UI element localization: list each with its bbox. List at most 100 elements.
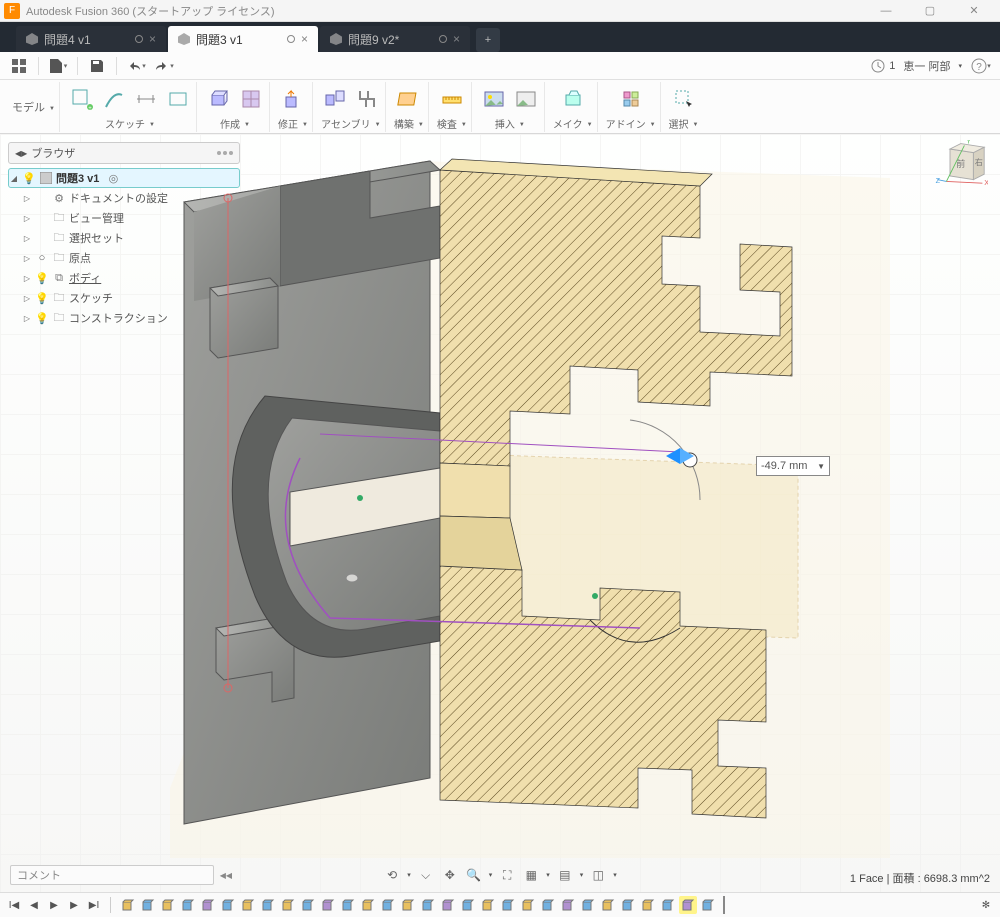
document-tab-2[interactable]: 問題9 v2* × xyxy=(320,26,470,52)
tree-item[interactable]: ▷🗀ビュー管理 xyxy=(8,208,240,228)
tree-root[interactable]: ◢ 💡 問題3 v1 ◎ xyxy=(8,168,240,188)
timeline-feature[interactable] xyxy=(339,896,357,914)
timeline-feature[interactable] xyxy=(199,896,217,914)
grid-button[interactable]: ▤ xyxy=(556,866,574,884)
fit-button[interactable]: ⛶ xyxy=(498,866,516,884)
timeline-feature[interactable] xyxy=(119,896,137,914)
user-name[interactable]: 恵一 阿部 xyxy=(903,58,950,74)
timeline-feature[interactable] xyxy=(159,896,177,914)
chevron-icon[interactable]: ▷ xyxy=(22,293,32,303)
timeline-feature[interactable] xyxy=(579,896,597,914)
addins-button[interactable] xyxy=(617,85,645,113)
look-at-button[interactable]: ⌵ xyxy=(417,866,435,884)
lightbulb-icon[interactable]: 💡 xyxy=(35,271,49,285)
tree-item[interactable]: ▷🗀選択セット xyxy=(8,228,240,248)
addins-group-label[interactable]: アドイン xyxy=(606,116,656,131)
tree-item[interactable]: ▷💡🗀コンストラクション xyxy=(8,308,240,328)
dimension-input[interactable]: -49.7 mm ▼ xyxy=(756,456,830,476)
timeline-settings-button[interactable]: ✻ xyxy=(978,897,994,913)
timeline-feature[interactable] xyxy=(139,896,157,914)
new-tab-button[interactable]: + xyxy=(476,28,500,52)
timeline-feature[interactable] xyxy=(499,896,517,914)
select-button[interactable] xyxy=(670,85,698,113)
press-pull-button[interactable] xyxy=(279,85,307,113)
form-button[interactable] xyxy=(237,85,265,113)
tree-item[interactable]: ▷⚙ドキュメントの設定 xyxy=(8,188,240,208)
make-group-label[interactable]: メイク xyxy=(553,116,593,131)
chevron-icon[interactable]: ▷ xyxy=(22,193,32,203)
chevron-icon[interactable]: ▷ xyxy=(22,313,32,323)
timeline-forward-button[interactable]: ▶ xyxy=(66,897,82,913)
document-tab-0[interactable]: 問題4 v1 × xyxy=(16,26,166,52)
timeline-end-button[interactable]: ▶I xyxy=(86,897,102,913)
tab-close-button[interactable]: × xyxy=(149,32,156,46)
tree-item[interactable]: ▷💡⧉ボディ xyxy=(8,268,240,288)
create-sketch-button[interactable]: + xyxy=(68,85,96,113)
timeline-feature[interactable] xyxy=(279,896,297,914)
zoom-button[interactable]: 🔍 xyxy=(465,866,483,884)
undo-button[interactable]: ▾ xyxy=(125,55,147,77)
panel-options-icon[interactable] xyxy=(217,151,233,155)
browser-header[interactable]: ◀▶ ブラウザ xyxy=(8,142,240,164)
construct-group-label[interactable]: 構築 xyxy=(394,116,424,131)
timeline-feature[interactable] xyxy=(659,896,677,914)
chevron-icon[interactable]: ▷ xyxy=(22,213,32,223)
save-button[interactable] xyxy=(86,55,108,77)
target-icon[interactable]: ◎ xyxy=(106,171,120,185)
file-menu-button[interactable]: ▾ xyxy=(47,55,69,77)
assemble-group-label[interactable]: アセンブリ xyxy=(321,116,380,131)
timeline-back-button[interactable]: ◀ xyxy=(26,897,42,913)
lightbulb-icon[interactable]: ○ xyxy=(35,251,49,265)
timeline-marker[interactable] xyxy=(723,896,725,914)
chevron-icon[interactable]: ▷ xyxy=(22,233,32,243)
chevron-icon[interactable]: ▷ xyxy=(22,253,32,263)
workspace-switcher[interactable]: モデル xyxy=(8,82,60,132)
timeline-feature[interactable] xyxy=(439,896,457,914)
maximize-button[interactable]: ▢ xyxy=(908,0,952,22)
help-button[interactable]: ?▾ xyxy=(970,55,992,77)
display-button[interactable]: ▦ xyxy=(522,866,540,884)
timeline-feature[interactable] xyxy=(519,896,537,914)
make-3dprint-button[interactable] xyxy=(559,85,587,113)
document-tab-1[interactable]: 問題3 v1 × xyxy=(168,26,318,52)
construct-plane-button[interactable] xyxy=(395,85,423,113)
joint-button[interactable] xyxy=(353,85,381,113)
line-button[interactable] xyxy=(100,85,128,113)
rectangle-button[interactable] xyxy=(164,85,192,113)
timeline-play-button[interactable]: ▶ xyxy=(46,897,62,913)
timeline-feature[interactable] xyxy=(219,896,237,914)
inspect-group-label[interactable]: 検査 xyxy=(437,116,467,131)
timeline-feature[interactable] xyxy=(359,896,377,914)
lightbulb-icon[interactable]: 💡 xyxy=(22,171,36,185)
box-button[interactable] xyxy=(205,85,233,113)
timeline-feature[interactable] xyxy=(259,896,277,914)
lightbulb-icon[interactable]: 💡 xyxy=(35,311,49,325)
viewports-button[interactable]: ◫ xyxy=(589,866,607,884)
insert-group-label[interactable]: 挿入 xyxy=(495,116,525,131)
select-group-label[interactable]: 選択 xyxy=(669,116,699,131)
timeline-feature[interactable] xyxy=(539,896,557,914)
pan-button[interactable]: ✥ xyxy=(441,866,459,884)
timeline-feature[interactable] xyxy=(419,896,437,914)
timeline-start-button[interactable]: I◀ xyxy=(6,897,22,913)
timeline-feature[interactable] xyxy=(639,896,657,914)
measure-button[interactable] xyxy=(438,85,466,113)
timeline-feature[interactable] xyxy=(559,896,577,914)
create-group-label[interactable]: 作成 xyxy=(220,116,250,131)
close-window-button[interactable]: ✕ xyxy=(952,0,996,22)
timeline-feature[interactable] xyxy=(239,896,257,914)
tree-item[interactable]: ▷○🗀原点 xyxy=(8,248,240,268)
timeline-feature[interactable] xyxy=(479,896,497,914)
model-3d[interactable] xyxy=(170,158,890,858)
modify-group-label[interactable]: 修正 xyxy=(278,116,308,131)
insert-image-button[interactable] xyxy=(480,85,508,113)
insert-decal-button[interactable] xyxy=(512,85,540,113)
chevron-icon[interactable]: ▷ xyxy=(22,273,32,283)
timeline-feature[interactable] xyxy=(619,896,637,914)
timeline-feature[interactable] xyxy=(179,896,197,914)
comment-input[interactable]: コメント xyxy=(10,865,214,885)
timeline-feature[interactable] xyxy=(299,896,317,914)
orbit-button[interactable]: ⟲ xyxy=(383,866,401,884)
tab-close-button[interactable]: × xyxy=(453,32,460,46)
dropdown-icon[interactable]: ▼ xyxy=(817,462,825,471)
